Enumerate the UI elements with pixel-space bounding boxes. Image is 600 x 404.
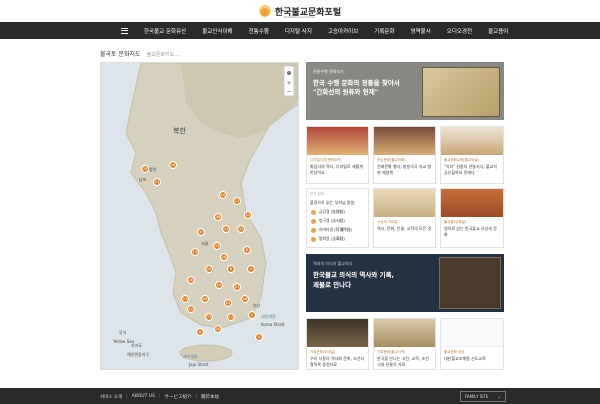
- nav-item-records[interactable]: 기록문화: [366, 27, 402, 35]
- map-cluster-marker[interactable]: 29: [141, 165, 149, 173]
- map-label: Jeju Strait: [189, 362, 209, 367]
- card-hwaeom[interactable]: 디지털사지(문화유적) 화엄사의 역사, 디지털로 새롭게 만났어요: [306, 126, 369, 184]
- card-ritual[interactable]: 전승문화(불교의례) 전래문화 행사, 방방곡곡 유교 발현 재설계: [373, 126, 436, 184]
- sutra-icon: [311, 236, 316, 242]
- sutra-item[interactable]: 법화경 (法華經): [311, 236, 364, 242]
- map-cluster-marker[interactable]: 73: [205, 313, 213, 321]
- map-label: 가거도: [131, 343, 143, 348]
- nav-item-translations[interactable]: 영역불서: [403, 27, 439, 35]
- map-label: 북한: [173, 127, 186, 135]
- calligraphy-image: [441, 127, 503, 155]
- menu-icon[interactable]: [112, 27, 136, 34]
- ceremony-image: [374, 127, 435, 155]
- map-cluster-marker[interactable]: 29: [201, 295, 209, 303]
- map-cluster-marker[interactable]: 3: [247, 265, 255, 273]
- sutra-list-card: 인기 검색 불경으로 읽는 부처님 말씀 금강경 (金剛經) 법구경 (法句經)…: [306, 188, 369, 248]
- map-cluster-marker[interactable]: 12: [187, 305, 195, 313]
- sutra-item[interactable]: 아미타경 (阿彌陀經): [311, 227, 364, 233]
- locate-icon[interactable]: [287, 71, 291, 75]
- map-cluster-marker[interactable]: 18: [220, 253, 228, 261]
- map-cluster-marker[interactable]: 12: [233, 197, 241, 205]
- footer-link-service[interactable]: 서비스 소개: [100, 394, 122, 400]
- footer-link-japanese[interactable]: サービス紹介: [164, 394, 191, 400]
- page-title: 불국토 문화지도 불교문화지도 ...: [100, 51, 181, 58]
- book-image: [441, 189, 503, 217]
- map-label: 서울: [201, 241, 209, 246]
- nav-item-digital-temple[interactable]: 디지털 사지: [277, 27, 320, 35]
- card-classics[interactable]: 기록문화(불교서적) 한국을 만나는 고전, 교학, 조선시대 인물의 자료: [373, 318, 436, 370]
- map-cluster-marker[interactable]: 16: [205, 265, 213, 273]
- map-cluster-marker[interactable]: 16: [241, 295, 249, 303]
- map-label: 남포: [139, 177, 147, 182]
- map-cluster-marker[interactable]: 47: [197, 228, 205, 236]
- map-label: 부산: [253, 303, 261, 308]
- map-label: 대한해협: [261, 314, 276, 319]
- svg-text:−: −: [286, 88, 291, 95]
- card-english-buddhism[interactable]: 불교용어(해설) 영어로 읽는 한국불교 사상과 문화: [440, 188, 504, 248]
- card-jogye-video[interactable]: 불교문화 영상 대한불교조계종 신도교육: [440, 318, 504, 370]
- card-monk-teaching[interactable]: 고승의 가르침 역사, 문화, 인물, 교학의 모든 것: [373, 188, 436, 248]
- map-cluster-marker[interactable]: 6: [227, 265, 235, 273]
- map-cluster-marker[interactable]: 16: [169, 161, 177, 169]
- sutra-icon: [311, 209, 316, 215]
- nav-item-practice[interactable]: 전통수행: [241, 27, 277, 35]
- map-cluster-marker[interactable]: 46: [214, 213, 222, 221]
- map-cluster-marker[interactable]: 13: [222, 225, 230, 233]
- map-cluster-marker[interactable]: 74: [213, 242, 221, 250]
- site-subtitle: Buddhist Land Korea: [284, 15, 315, 19]
- map-cluster-marker[interactable]: 17: [233, 283, 241, 291]
- page-subtitle: 불교문화지도 ...: [146, 52, 181, 58]
- map-label: 해양관광지구: [127, 352, 150, 357]
- map-cluster-marker[interactable]: 12: [181, 295, 189, 303]
- map-cluster-marker[interactable]: 11: [153, 178, 161, 186]
- nav-item-understanding[interactable]: 불교인식이해: [194, 27, 240, 35]
- map-cluster-marker[interactable]: 13: [191, 248, 199, 256]
- footer-link-about[interactable]: ABOUT US: [132, 394, 155, 400]
- map-label: 평양: [149, 167, 157, 172]
- site-footer: 서비스 소개 | ABOUT US | サービス紹介 | 關於本站 FAMILY SI…: [0, 388, 600, 404]
- family-site-select[interactable]: FAMILY SITE ⌄: [460, 391, 506, 402]
- practice-banner[interactable]: 전통수행 전체보기 한국 수행 문화의 정통을 찾아서 "간화선의 원류와 현재…: [306, 62, 504, 120]
- svg-text:+: +: [286, 80, 291, 87]
- nav-item-glossary[interactable]: 불교용어: [480, 27, 516, 35]
- manuscript-image: [374, 319, 435, 347]
- nav-item-audio-sutra[interactable]: 오디오경전: [439, 27, 480, 35]
- card-temple-records[interactable]: 기록문화(모바일) 우리 사찰의 역사와 문화, 조선사찰목록 종정자료: [306, 318, 369, 370]
- nav-item-heritage[interactable]: 한국불교 문화유산: [136, 27, 194, 35]
- temple-image: [307, 127, 368, 155]
- hanja-image: [307, 319, 368, 347]
- painting-image: [422, 67, 500, 117]
- map-cluster-marker[interactable]: 18: [214, 325, 222, 333]
- footer-link-chinese[interactable]: 關於本站: [201, 394, 219, 400]
- map-label: 황해: [119, 330, 127, 335]
- map-cluster-marker[interactable]: 2: [248, 311, 256, 319]
- main-nav: 한국불교 문화유산 불교인식이해 전통수행 디지털 사지 고승아카이브 기록문화…: [0, 22, 600, 39]
- map-cluster-marker[interactable]: 31: [237, 225, 245, 233]
- map-cluster-marker[interactable]: 13: [227, 313, 235, 321]
- gwaebul-image: [439, 257, 501, 309]
- map-cluster-marker[interactable]: 8: [196, 328, 204, 336]
- map-label: 제주해협: [183, 354, 198, 359]
- logo-icon[interactable]: [258, 5, 271, 17]
- map-cluster-marker[interactable]: 22: [224, 299, 232, 307]
- video-thumbnail: [441, 319, 503, 347]
- map-cluster-marker[interactable]: 8: [243, 246, 251, 254]
- ritual-banner[interactable]: 역대의 의식과 불교의식 한국불교 의식의 역사와 기록, 괘불로 만나다: [306, 254, 504, 312]
- map-cluster-marker[interactable]: 12: [215, 281, 223, 289]
- scroll-image: [374, 189, 435, 217]
- map-cluster-marker[interactable]: 14: [219, 191, 227, 199]
- card-zen-knowledge[interactable]: 불교문화교육(불교미술) "치지" 선종의 전통지식, 불교의 공유할까요 전래…: [440, 126, 504, 184]
- culture-map[interactable]: + − 북한 평양 남포 서울 황해 Yellow Sea 대한해협 부산 제주해협 Jeju S…: [100, 62, 299, 370]
- sutra-icon: [311, 218, 316, 224]
- sutra-icon: [311, 227, 316, 233]
- map-cluster-marker[interactable]: 13: [244, 211, 252, 219]
- map-cluster-marker[interactable]: 28: [187, 276, 195, 284]
- map-label: Korea Strait: [261, 322, 285, 327]
- map-cluster-marker[interactable]: 2: [255, 333, 263, 341]
- sutra-item[interactable]: 법구경 (法句經): [311, 218, 364, 224]
- sutra-item[interactable]: 금강경 (金剛經): [311, 209, 364, 215]
- chevron-down-icon: ⌄: [497, 394, 501, 399]
- nav-item-monk-archive[interactable]: 고승아카이브: [320, 27, 366, 35]
